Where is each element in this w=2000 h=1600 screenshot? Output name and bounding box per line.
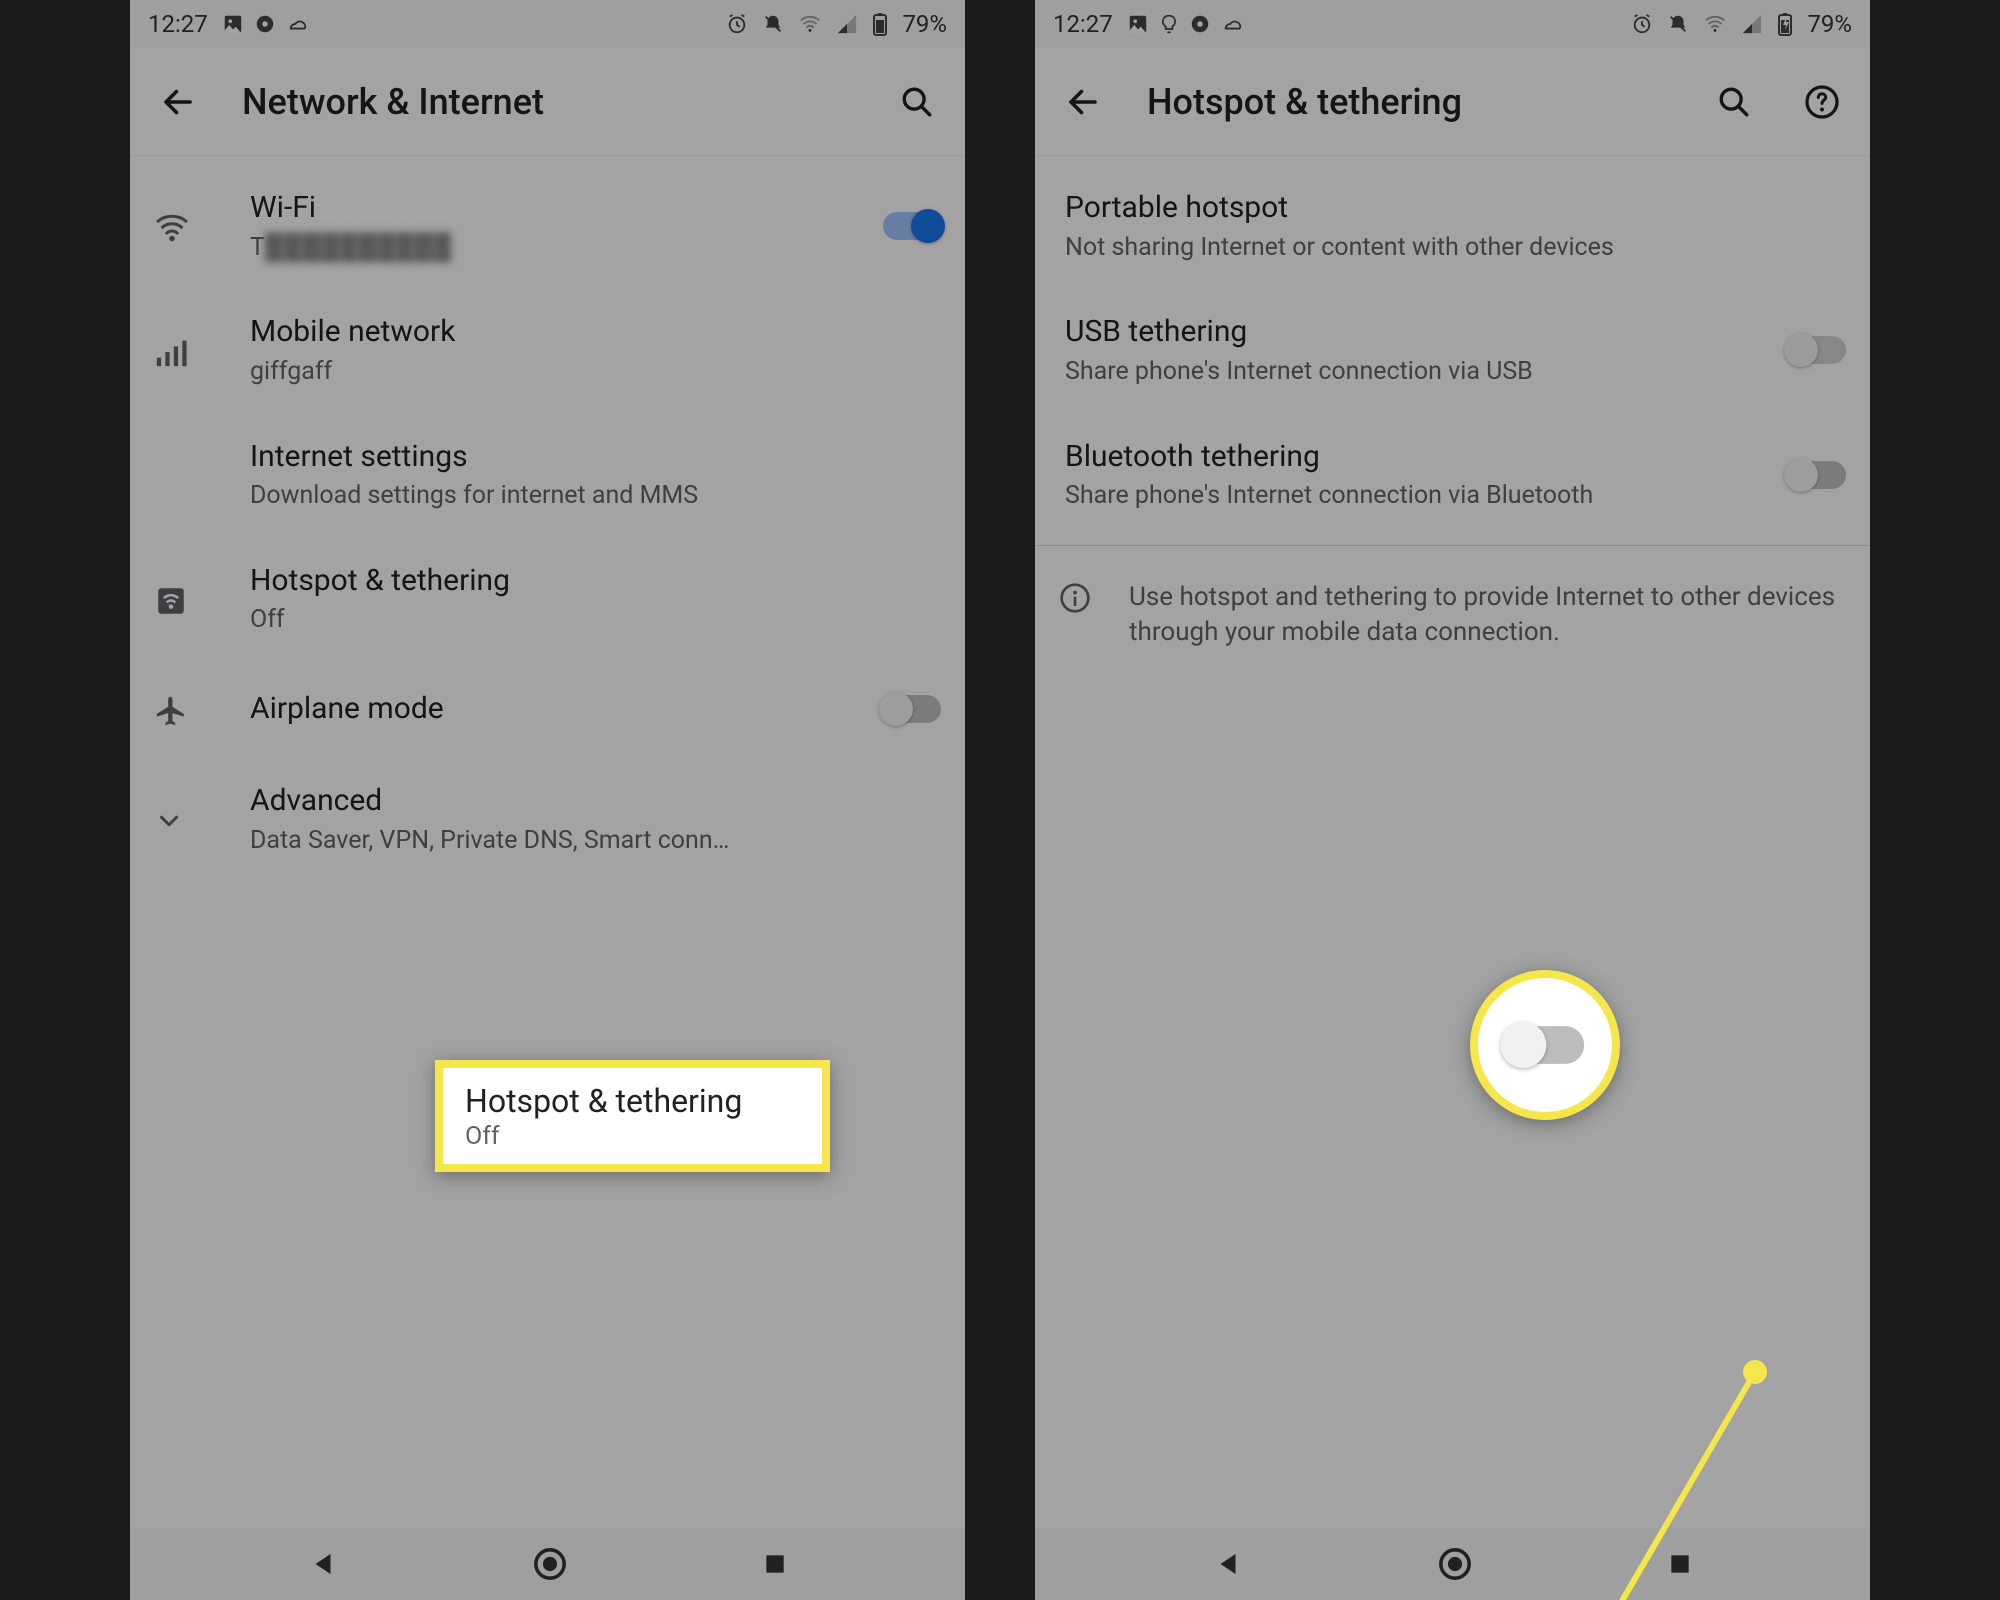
callout-leader-line	[1035, 682, 1870, 1600]
airplane-toggle[interactable]	[883, 695, 941, 723]
nav-bar	[1035, 1528, 1870, 1600]
alarm-icon	[726, 13, 748, 35]
status-time: 12:27	[1053, 10, 1113, 38]
usb-sub: Share phone's Internet connection via US…	[1065, 355, 1756, 389]
portable-title: Portable hotspot	[1065, 188, 1846, 229]
wifi-status-icon	[798, 13, 822, 35]
signal-icon	[1741, 13, 1763, 35]
chevron-down-icon	[154, 802, 250, 836]
row-info: Use hotspot and tethering to provide Int…	[1035, 554, 1870, 674]
nav-bar	[130, 1528, 965, 1600]
bluetooth-tethering-toggle[interactable]	[1788, 461, 1846, 489]
advanced-title: Advanced	[250, 781, 941, 822]
info-text: Use hotspot and tethering to provide Int…	[1129, 580, 1846, 650]
back-button[interactable]	[1059, 78, 1107, 126]
wifi-toggle[interactable]	[883, 212, 941, 240]
row-internet-settings[interactable]: Internet settings Download settings for …	[130, 413, 965, 537]
airplane-icon	[154, 690, 250, 728]
callout-title: Hotspot & tethering	[465, 1082, 800, 1120]
photos-icon	[222, 13, 244, 35]
page-title: Hotspot & tethering	[1147, 81, 1670, 123]
callout-hotspot-box: Hotspot & tethering Off	[435, 1060, 830, 1172]
mobile-sub: giffgaff	[250, 355, 941, 389]
photos-icon	[1127, 13, 1149, 35]
usb-title: USB tethering	[1065, 312, 1756, 353]
search-button[interactable]	[1710, 78, 1758, 126]
help-button[interactable]	[1798, 78, 1846, 126]
nav-home-button[interactable]	[1438, 1547, 1472, 1581]
nav-back-button[interactable]	[308, 1549, 338, 1579]
nav-recents-button[interactable]	[1667, 1551, 1693, 1577]
wifi-icon	[154, 206, 250, 246]
cloud-icon	[1221, 13, 1245, 35]
nav-recents-button[interactable]	[762, 1551, 788, 1577]
search-button[interactable]	[893, 78, 941, 126]
internet-sub: Download settings for internet and MMS	[250, 479, 941, 513]
bt-sub: Share phone's Internet connection via Bl…	[1065, 479, 1756, 513]
internet-title: Internet settings	[250, 437, 941, 478]
nav-back-button[interactable]	[1213, 1549, 1243, 1579]
battery-icon	[872, 12, 888, 36]
callout-toggle-circle	[1470, 970, 1620, 1120]
row-portable-hotspot[interactable]: Portable hotspot Not sharing Internet or…	[1035, 164, 1870, 288]
disc-icon	[1189, 13, 1211, 35]
bulb-icon	[1159, 13, 1179, 35]
bt-title: Bluetooth tethering	[1065, 437, 1756, 478]
hotspot-sub: Off	[250, 603, 941, 637]
nav-home-button[interactable]	[533, 1547, 567, 1581]
wifi-ssid-obscured: ██████████	[265, 233, 452, 262]
info-icon	[1059, 578, 1129, 614]
signal-icon	[836, 13, 858, 35]
callout-sub: Off	[465, 1122, 800, 1151]
app-bar: Hotspot & tethering	[1035, 48, 1870, 156]
row-wifi[interactable]: Wi-Fi T██████████	[130, 164, 965, 288]
status-bar: 12:27 79%	[130, 0, 965, 48]
airplane-title: Airplane mode	[250, 689, 851, 730]
hotspot-title: Hotspot & tethering	[250, 561, 941, 602]
settings-list: Portable hotspot Not sharing Internet or…	[1035, 156, 1870, 682]
row-airplane-mode[interactable]: Airplane mode	[130, 661, 965, 757]
divider	[1035, 545, 1870, 546]
usb-tethering-toggle[interactable]	[1788, 336, 1846, 364]
settings-list: Wi-Fi T██████████ Mobile network giffgaf…	[130, 156, 965, 889]
row-usb-tethering[interactable]: USB tethering Share phone's Internet con…	[1035, 288, 1870, 412]
dnd-icon	[762, 13, 784, 35]
mobile-title: Mobile network	[250, 312, 941, 353]
cloud-icon	[286, 13, 310, 35]
battery-pct: 79%	[902, 10, 947, 38]
callout-leader-line	[130, 889, 965, 1600]
callout-toggle	[1506, 1026, 1584, 1064]
battery-pct: 79%	[1807, 10, 1852, 38]
status-time: 12:27	[148, 10, 208, 38]
battery-charging-icon	[1777, 12, 1793, 36]
dnd-icon	[1667, 13, 1689, 35]
row-bluetooth-tethering[interactable]: Bluetooth tethering Share phone's Intern…	[1035, 413, 1870, 537]
status-bar: 12:27 79%	[1035, 0, 1870, 48]
advanced-sub: Data Saver, VPN, Private DNS, Smart conn…	[250, 824, 941, 858]
row-advanced[interactable]: Advanced Data Saver, VPN, Private DNS, S…	[130, 757, 965, 881]
row-mobile-network[interactable]: Mobile network giffgaff	[130, 288, 965, 412]
hotspot-icon	[154, 580, 250, 618]
portable-sub: Not sharing Internet or content with oth…	[1065, 231, 1846, 265]
phone-right: 12:27 79% Hotspot & tethering	[1035, 0, 1870, 1600]
row-hotspot-tethering[interactable]: Hotspot & tethering Off	[130, 537, 965, 661]
disc-icon	[254, 13, 276, 35]
phone-left: 12:27 79% Netwo	[130, 0, 965, 1600]
wifi-status-icon	[1703, 13, 1727, 35]
signal-bars-icon	[154, 331, 250, 369]
wifi-title: Wi-Fi	[250, 188, 851, 229]
page-title: Network & Internet	[242, 81, 853, 123]
app-bar: Network & Internet	[130, 48, 965, 156]
alarm-icon	[1631, 13, 1653, 35]
back-button[interactable]	[154, 78, 202, 126]
